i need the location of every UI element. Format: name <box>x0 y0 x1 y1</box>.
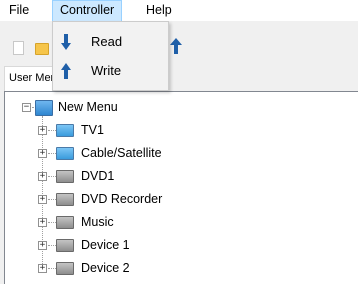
device-icon <box>56 239 74 252</box>
expand-node-icon[interactable]: + <box>38 195 47 204</box>
menu-item-write[interactable]: Write <box>53 59 168 85</box>
expand-node-icon[interactable]: + <box>38 218 47 227</box>
tree-node-label[interactable]: DVD Recorder <box>81 192 162 206</box>
tree-node-label[interactable]: Device 2 <box>81 261 130 275</box>
tv-icon <box>56 147 74 160</box>
menu-file[interactable]: File <box>2 0 36 22</box>
expand-node-icon[interactable]: + <box>38 149 47 158</box>
tree-node-label[interactable]: Device 1 <box>81 238 130 252</box>
menu-item-read-label: Read <box>91 34 123 49</box>
menu-item-read[interactable]: Read <box>53 30 168 56</box>
tv-icon <box>56 124 74 137</box>
expand-node-icon[interactable]: + <box>38 126 47 135</box>
tree-node-label[interactable]: DVD1 <box>81 169 114 183</box>
expand-node-icon[interactable]: + <box>38 264 47 273</box>
expand-node-icon[interactable]: + <box>38 172 47 181</box>
tree-node-label[interactable]: Music <box>81 215 114 229</box>
menu-bar: File Controller Help <box>0 0 358 22</box>
device-icon <box>56 216 74 229</box>
tree-connector <box>48 176 56 177</box>
download-arrow-icon <box>61 34 71 50</box>
device-icon <box>56 193 74 206</box>
tree-connector <box>48 222 56 223</box>
open-folder-icon[interactable] <box>35 43 49 55</box>
tree-node-label[interactable]: Cable/Satellite <box>81 146 162 160</box>
menu-help[interactable]: Help <box>139 0 179 22</box>
device-icon <box>56 170 74 183</box>
tree-root-label[interactable]: New Menu <box>58 100 118 114</box>
menu-item-write-label: Write <box>91 63 122 78</box>
tree-connector <box>48 153 56 154</box>
tree-connector <box>48 268 56 269</box>
tree-connector <box>48 199 56 200</box>
tree-node-label[interactable]: TV1 <box>81 123 104 137</box>
controller-dropdown: Read Write <box>52 21 169 91</box>
upload-arrow-icon <box>61 63 71 79</box>
new-file-icon[interactable] <box>13 41 24 55</box>
menu-root-icon <box>35 100 53 116</box>
tree-connector <box>48 245 56 246</box>
menu-tree-panel: − New Menu + TV1 + Cable/Satellite + DVD1 + DVD… <box>4 91 358 284</box>
expand-node-icon[interactable]: + <box>38 241 47 250</box>
upload-arrow-icon[interactable] <box>170 38 182 56</box>
tree-connector <box>48 130 56 131</box>
collapse-root-icon[interactable]: − <box>22 103 31 112</box>
menu-controller[interactable]: Controller <box>52 0 123 22</box>
device-icon <box>56 262 74 275</box>
